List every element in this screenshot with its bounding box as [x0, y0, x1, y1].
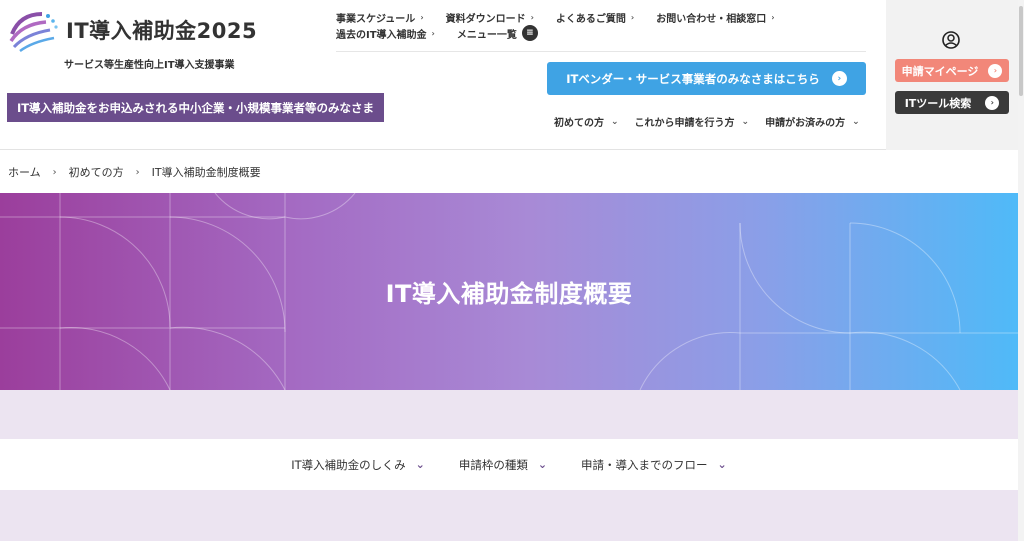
site-logo[interactable]: IT導入補助金2025 — [8, 8, 257, 52]
link-downloads[interactable]: 資料ダウンロード › — [446, 10, 534, 25]
breadcrumb-current: IT導入補助金制度概要 — [151, 166, 261, 179]
account-panel: 申請マイページ › ITツール検索 › — [886, 0, 1018, 150]
site-tagline: サービス等生産性向上IT導入支援事業 — [64, 60, 235, 71]
tab-mechanism[interactable]: IT導入補助金のしくみ ⌄ — [291, 457, 425, 473]
arrow-circle-icon: › — [985, 95, 1000, 110]
site-header: IT導入補助金2025 サービス等生産性向上IT導入支援事業 IT導入補助金をお… — [0, 0, 1018, 150]
header-divider — [336, 51, 866, 52]
vendor-button[interactable]: ITベンダー・サービス事業者のみなさまはこちら › — [547, 62, 866, 95]
subnav-applied[interactable]: 申請がお済みの方 ⌄ — [765, 114, 860, 130]
logo-mark-icon — [9, 12, 58, 52]
scrollbar-thumb[interactable] — [1019, 6, 1023, 96]
breadcrumb-first-time[interactable]: 初めての方 — [69, 164, 124, 180]
section-tabs: IT導入補助金のしくみ ⌄ 申請枠の種類 ⌄ 申請・導入までのフロー ⌄ — [0, 439, 1018, 490]
chevron-right-icon: › — [420, 12, 424, 22]
chevron-right-icon: › — [431, 28, 435, 38]
breadcrumb: ホーム › 初めての方 › IT導入補助金制度概要 — [8, 164, 261, 180]
chevron-down-icon: ⌄ — [611, 116, 619, 127]
user-icon[interactable] — [942, 31, 960, 49]
breadcrumb-home[interactable]: ホーム — [8, 164, 41, 180]
tab-flow[interactable]: 申請・導入までのフロー ⌄ — [581, 457, 727, 473]
top-links: 事業スケジュール › 資料ダウンロード › よくあるご質問 › お問い合わせ・相談窓口… — [336, 9, 876, 41]
mypage-button[interactable]: 申請マイページ › — [895, 59, 1009, 82]
link-contact[interactable]: お問い合わせ・相談窓口 › — [656, 10, 774, 25]
subnav-applying[interactable]: これから申請を行う方 ⌄ — [635, 114, 750, 130]
chevron-down-icon: ⌄ — [415, 458, 425, 471]
chevron-down-icon: ⌄ — [741, 116, 750, 127]
chevron-right-icon: › — [530, 12, 534, 22]
page-title: IT導入補助金制度概要 — [385, 280, 633, 308]
arrow-circle-icon: › — [831, 71, 847, 86]
chevron-right-icon: › — [135, 166, 140, 178]
chevron-down-icon: ⌄ — [852, 116, 860, 127]
chevron-right-icon: › — [630, 12, 635, 22]
sme-banner-button[interactable]: IT導入補助金をお申込みされる中小企業・小規模事業者等のみなさま — [7, 93, 384, 122]
tool-search-button[interactable]: ITツール検索 › — [895, 91, 1009, 114]
link-schedule[interactable]: 事業スケジュール › — [336, 10, 424, 25]
menu-button[interactable]: メニュー一覧 ≡ — [457, 25, 538, 41]
sub-navigation: 初めての方 ⌄ これから申請を行う方 ⌄ 申請がお済みの方 ⌄ — [554, 114, 876, 130]
page-scrollbar[interactable] — [1018, 0, 1024, 541]
chevron-down-icon: ⌄ — [537, 458, 548, 471]
logo-text: IT導入補助金2025 — [66, 19, 258, 43]
chevron-right-icon: › — [52, 166, 57, 178]
menu-icon: ≡ — [521, 25, 538, 41]
tab-application-types[interactable]: 申請枠の種類 ⌄ — [459, 457, 547, 473]
hero-banner: IT導入補助金制度概要 — [0, 193, 1018, 390]
chevron-right-icon: › — [771, 12, 775, 22]
subnav-first-time[interactable]: 初めての方 ⌄ — [554, 114, 619, 130]
link-faq[interactable]: よくあるご質問 › — [556, 10, 634, 25]
chevron-down-icon: ⌄ — [717, 458, 727, 471]
link-past-subsidy[interactable]: 過去のIT導入補助金 › — [336, 26, 435, 41]
arrow-circle-icon: › — [988, 63, 1003, 78]
